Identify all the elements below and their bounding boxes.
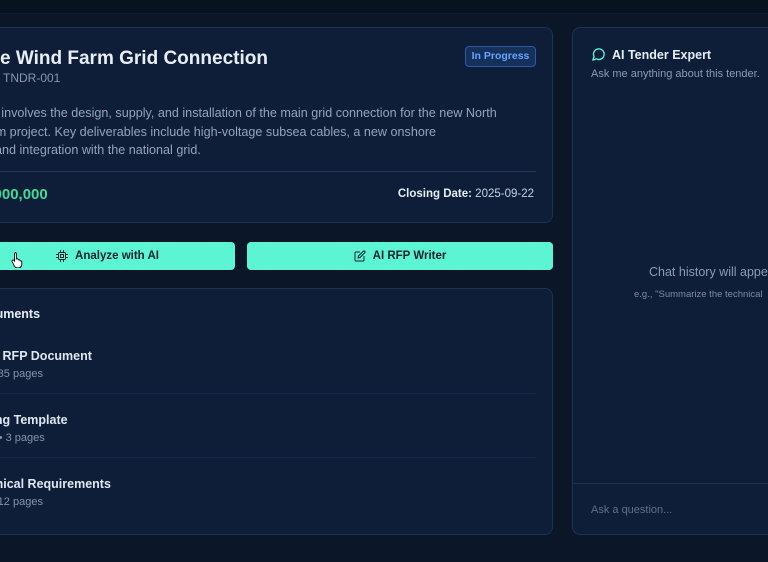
status-badge: In Progress [465, 46, 536, 67]
message-circle-icon [592, 48, 605, 61]
chat-title: AI Tender Expert [612, 47, 712, 62]
top-bar [0, 0, 768, 14]
document-item[interactable]: ain RFP Document F • 35 pages [0, 349, 551, 405]
chat-question-input[interactable] [591, 500, 768, 520]
chat-empty-state: Chat history will appe [649, 265, 768, 279]
chat-subtitle: Ask me anything about this tender. [591, 68, 760, 80]
divider [0, 457, 536, 458]
tender-description: ect involves the design, supply, and ins… [0, 104, 541, 160]
hand-cursor-icon [11, 252, 23, 268]
documents-card: ocuments ain RFP Document F • 35 pages i… [0, 288, 553, 535]
document-name: ain RFP Document [0, 349, 92, 363]
closing-date: Closing Date: 2025-09-22 [398, 188, 534, 200]
documents-title: ocuments [0, 307, 41, 321]
tender-id: TNDR-001 [3, 71, 61, 85]
document-name: icing Template [0, 413, 68, 427]
chat-panel: AI Tender Expert Ask me anything about t… [572, 27, 768, 535]
closing-date-label: Closing Date: [397, 188, 472, 200]
description-line: ect involves the design, supply, and ins… [0, 106, 497, 120]
analyze-with-ai-button[interactable]: Analyze with AI [0, 242, 235, 270]
document-meta: SX • 3 pages [0, 432, 45, 444]
tender-value: 5,000,000 [0, 186, 48, 203]
document-meta: F • 12 pages [0, 496, 43, 508]
edit-icon [354, 250, 366, 262]
chat-header: AI Tender Expert [591, 47, 711, 62]
description-line: n, and integration with the national gri… [0, 143, 201, 157]
analyze-button-label: Analyze with AI [75, 250, 159, 262]
document-name: chnical Requirements [0, 477, 111, 491]
divider [0, 393, 536, 394]
document-meta: F • 35 pages [0, 368, 43, 380]
divider [573, 483, 768, 484]
tender-title: ore Wind Farm Grid Connection [0, 48, 268, 69]
cpu-icon [56, 250, 69, 262]
document-item[interactable]: chnical Requirements F • 12 pages [0, 477, 551, 533]
description-line: farm project. Key deliverables include h… [0, 124, 437, 139]
ai-rfp-writer-button[interactable]: AI RFP Writer [247, 242, 553, 270]
rfp-button-label: AI RFP Writer [372, 250, 447, 262]
chat-hint: e.g., "Summarize the technical [634, 289, 763, 300]
divider [0, 171, 536, 172]
closing-date-value: 2025-09-22 [475, 188, 534, 200]
tender-header-card: ore Wind Farm Grid Connection TNDR-001 I… [0, 27, 553, 223]
document-item[interactable]: icing Template SX • 3 pages [0, 413, 551, 469]
